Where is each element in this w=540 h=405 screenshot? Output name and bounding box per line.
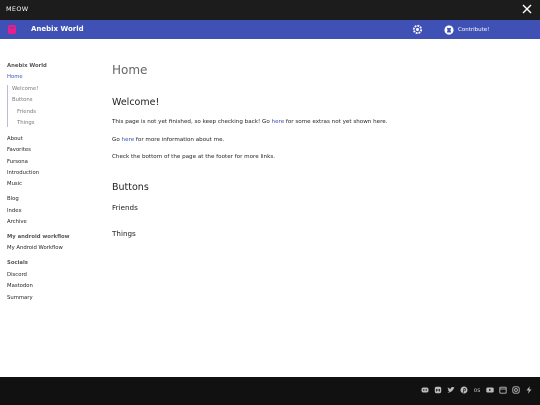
window-titlebar: MEOW — [0, 0, 540, 20]
mastodon-icon[interactable] — [434, 386, 442, 394]
sidebar-item-discord[interactable]: Discord — [7, 272, 27, 278]
about-text-end: for more information about me. — [134, 137, 225, 143]
twitter-icon[interactable] — [447, 386, 455, 394]
about-me-link[interactable]: here — [122, 137, 135, 143]
github-icon — [444, 24, 454, 35]
settings-gear-icon[interactable] — [412, 24, 423, 35]
sidebar-nav: Anebix World Home Welcome! Buttons Frien… — [0, 39, 100, 377]
sidebar-item-introduction[interactable]: Introduction — [7, 170, 39, 176]
page-footer: os — [0, 377, 540, 405]
sidebar-heading-anebix-world[interactable]: Anebix World — [7, 63, 47, 69]
welcome-heading: Welcome! — [112, 97, 160, 108]
sidebar-item-mastodon[interactable]: Mastodon — [7, 283, 33, 289]
sidebar-item-android-workflow[interactable]: My Android Workflow — [7, 245, 63, 251]
sidebar-subnav-rail — [7, 85, 8, 127]
os-icon[interactable]: os — [473, 386, 481, 394]
sidebar-item-music[interactable]: Music — [7, 181, 22, 187]
sidebar-item-about[interactable]: About — [7, 136, 23, 142]
intro-paragraph: This page is not yet finished, so keep c… — [112, 119, 388, 125]
site-logo-icon[interactable] — [7, 24, 17, 35]
page-title: Home — [112, 63, 148, 77]
sidebar-item-home[interactable]: Home — [7, 74, 23, 80]
youtube-icon[interactable] — [486, 386, 494, 394]
sidebar-heading-socials[interactable]: Socials — [7, 260, 28, 266]
contribute-label: Contribute! — [458, 26, 490, 33]
contribute-button[interactable]: Contribute! — [444, 24, 489, 35]
sidebar-item-blog[interactable]: Blog — [7, 196, 19, 202]
sidebar-item-summary[interactable]: Summary — [7, 295, 33, 301]
sidebar-item-friends[interactable]: Friends — [17, 109, 36, 115]
extras-link[interactable]: here — [272, 119, 285, 125]
friends-heading: Friends — [112, 203, 138, 212]
intro-text-start: This page is not yet finished, so keep c… — [112, 119, 272, 125]
calendar-icon[interactable] — [499, 386, 507, 394]
window-title: MEOW — [6, 5, 29, 13]
discord-icon[interactable] — [421, 386, 429, 394]
sidebar-item-index[interactable]: Index — [7, 208, 22, 214]
sidebar-item-favorites[interactable]: Favorites — [7, 147, 31, 153]
bolt-icon[interactable] — [525, 386, 533, 394]
site-title[interactable]: Anebix World — [31, 25, 84, 33]
buttons-heading: Buttons — [112, 182, 149, 193]
top-navbar: Anebix World Contribute! — [0, 20, 540, 39]
about-paragraph: Go here for more information about me. — [112, 137, 224, 143]
sidebar-item-things[interactable]: Things — [17, 120, 35, 126]
intro-text-end: for some extras not yet shown here. — [284, 119, 388, 125]
close-icon[interactable] — [520, 2, 534, 16]
footer-social-icons: os — [421, 386, 533, 394]
about-text-start: Go — [112, 137, 122, 143]
sidebar-item-fursona[interactable]: Fursona — [7, 159, 28, 165]
instagram-icon[interactable] — [512, 386, 520, 394]
sidebar-item-welcome[interactable]: Welcome! — [12, 86, 38, 92]
sidebar-heading-android-workflow[interactable]: My android workflow — [7, 234, 70, 240]
pinterest-icon[interactable] — [460, 386, 468, 394]
sidebar-item-buttons[interactable]: Buttons — [12, 97, 33, 103]
footer-note-paragraph: Check the bottom of the page at the foot… — [112, 154, 276, 160]
things-heading: Things — [112, 229, 136, 238]
sidebar-item-archive[interactable]: Archive — [7, 219, 27, 225]
